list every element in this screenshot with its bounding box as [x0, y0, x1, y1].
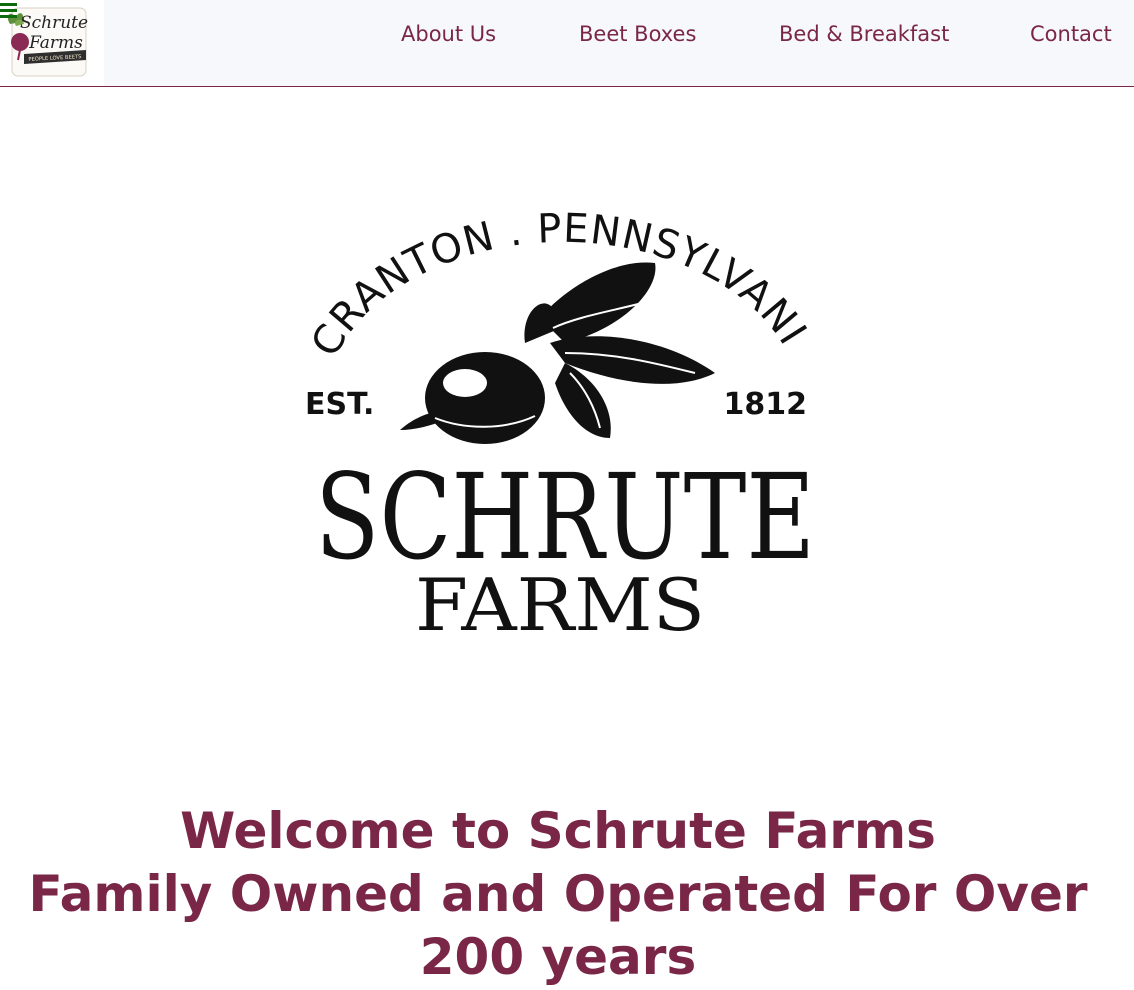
beet-illustration [400, 262, 715, 444]
logo-line2: Farms [28, 33, 83, 53]
hamburger-icon[interactable] [0, 3, 18, 19]
schrute-farms-emblem: SCRANTON . PENNSYLVANIA EST. 1812 SCHRUT… [281, 132, 815, 647]
logo-line1: Schrute [20, 13, 88, 33]
welcome-heading: Welcome to Schrute Farms [180, 802, 936, 860]
emblem-est-year: 1812 [724, 387, 808, 422]
site-logo[interactable]: Schrute Farms PEOPLE LOVE BEETS [0, 0, 104, 86]
emblem-arc-text: SCRANTON . PENNSYLVANIA [295, 168, 815, 364]
top-navbar: Schrute Farms PEOPLE LOVE BEETS About Us… [0, 0, 1134, 87]
emblem-est-label: EST. [305, 387, 374, 422]
welcome-section: Welcome to Schrute Farms Family Owned an… [0, 800, 1116, 989]
emblem-name-sub: FARMS [415, 563, 705, 647]
welcome-subheading: Family Owned and Operated For Over 200 y… [28, 865, 1088, 986]
hero-logo: SCRANTON . PENNSYLVANIA EST. 1812 SCHRUT… [281, 132, 835, 652]
nav-link-contact[interactable]: Contact [1030, 22, 1112, 46]
nav-link-about-us[interactable]: About Us [401, 22, 496, 46]
nav-link-beet-boxes[interactable]: Beet Boxes [579, 22, 696, 46]
nav-link-bed-and-breakfast[interactable]: Bed & Breakfast [779, 22, 949, 46]
